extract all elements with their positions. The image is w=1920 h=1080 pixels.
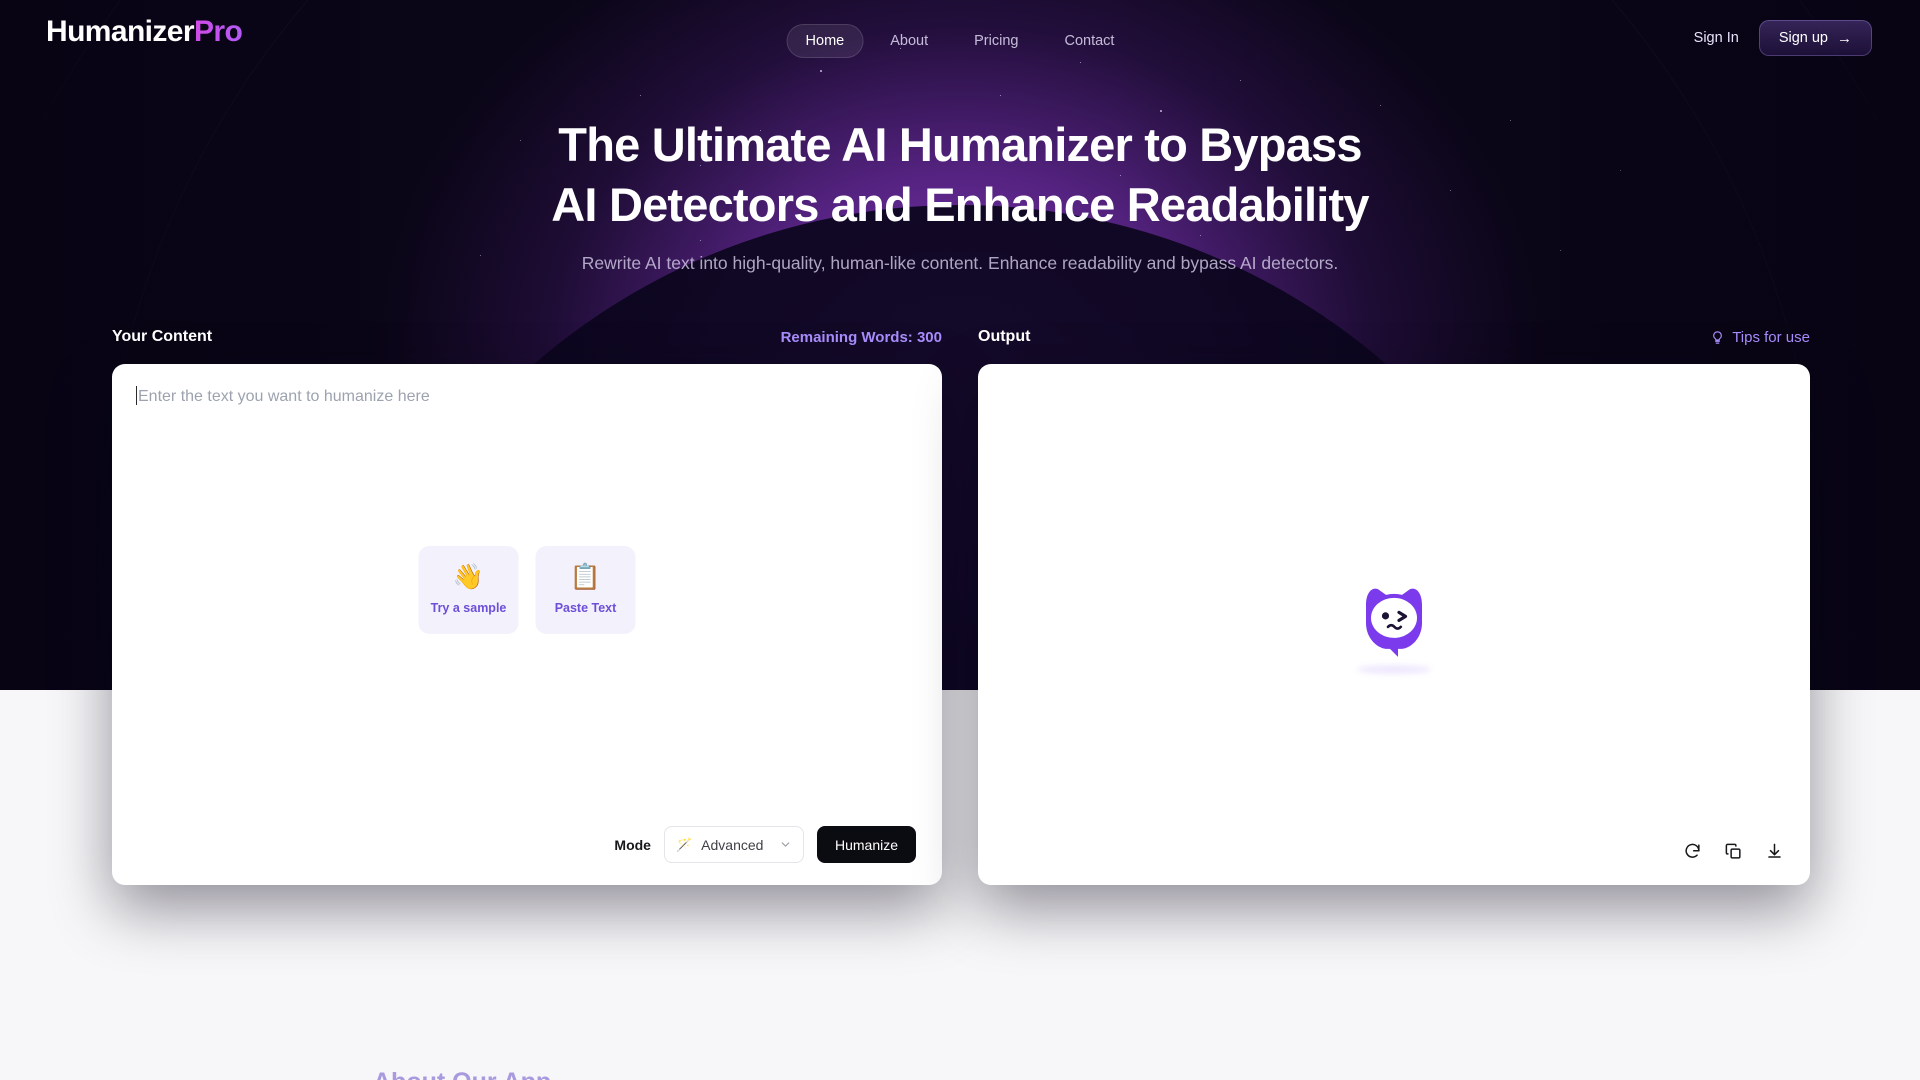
paste-text-button[interactable]: 📋 Paste Text	[535, 546, 636, 634]
output-card	[978, 364, 1810, 885]
tips-for-use-label: Tips for use	[1732, 328, 1810, 346]
mascot-cat-icon	[1366, 588, 1422, 657]
tips-for-use-link[interactable]: Tips for use	[1710, 329, 1810, 346]
hero-subtitle: Rewrite AI text into high-quality, human…	[581, 253, 1339, 273]
input-card-footer: Mode 🪄 Advanced Humanize	[614, 826, 916, 863]
mascot-shadow	[1357, 664, 1431, 674]
top-navigation-bar: HumanizerPro Home About Pricing Contact …	[0, 0, 1920, 80]
sign-in-link[interactable]: Sign In	[1694, 30, 1739, 46]
lightbulb-icon	[1713, 330, 1723, 344]
nav-item-about[interactable]: About	[871, 24, 947, 58]
output-panel-title: Output	[978, 328, 1031, 345]
output-actions	[1683, 842, 1784, 861]
hero-heading-line-2: AI Detectors and Enhance Readability	[551, 178, 1369, 232]
paste-text-label: Paste Text	[554, 601, 617, 615]
clipboard-emoji: 📋	[569, 563, 602, 591]
sign-up-button[interactable]: Sign up →	[1758, 20, 1872, 56]
brand-logo-accent: Pro	[193, 15, 243, 48]
mode-select-value: Advanced	[701, 836, 764, 853]
hero-heading: The Ultimate AI Humanizer to Bypass AI D…	[0, 115, 1920, 235]
input-panel-title: Your Content	[112, 328, 213, 345]
try-a-sample-button[interactable]: 👋 Try a sample	[418, 546, 519, 634]
hero-heading-line-1: The Ultimate AI Humanizer to Bypass	[558, 118, 1362, 171]
refresh-icon[interactable]	[1683, 842, 1702, 861]
remaining-words-counter: Remaining Words: 300	[780, 328, 942, 346]
nav-links: Home About Pricing Contact	[786, 24, 1134, 58]
quick-action-group: 👋 Try a sample 📋 Paste Text	[418, 546, 636, 634]
humanize-button[interactable]: Humanize	[816, 826, 916, 863]
copy-icon[interactable]	[1724, 842, 1743, 861]
output-panel-header: Output Tips for use	[978, 328, 1810, 346]
waving-hand-emoji: 👋	[452, 563, 485, 591]
brand-logo-primary: Humanizer	[46, 15, 195, 48]
arrow-right-icon: →	[1837, 29, 1852, 47]
text-cursor	[136, 386, 137, 405]
sign-up-label: Sign up	[1778, 30, 1828, 46]
nav-item-home[interactable]: Home	[786, 24, 864, 58]
nav-item-contact[interactable]: Contact	[1045, 24, 1133, 58]
input-card: Enter the text you want to humanize here…	[112, 364, 942, 885]
input-panel-header: Your Content Remaining Words: 300	[112, 328, 942, 346]
try-a-sample-label: Try a sample	[430, 601, 507, 615]
mode-select[interactable]: 🪄 Advanced	[663, 826, 804, 863]
chevron-down-icon	[781, 842, 790, 847]
magic-wand-icon: 🪄	[675, 836, 693, 852]
brand-logo[interactable]: HumanizerPro	[46, 15, 243, 48]
about-section-heading: About Our App	[373, 1068, 551, 1080]
download-icon[interactable]	[1765, 842, 1784, 861]
humanize-textarea-placeholder[interactable]: Enter the text you want to humanize here	[138, 388, 430, 406]
mode-label: Mode	[614, 836, 651, 853]
nav-item-pricing[interactable]: Pricing	[955, 24, 1037, 58]
auth-actions: Sign In Sign up →	[1694, 20, 1872, 56]
